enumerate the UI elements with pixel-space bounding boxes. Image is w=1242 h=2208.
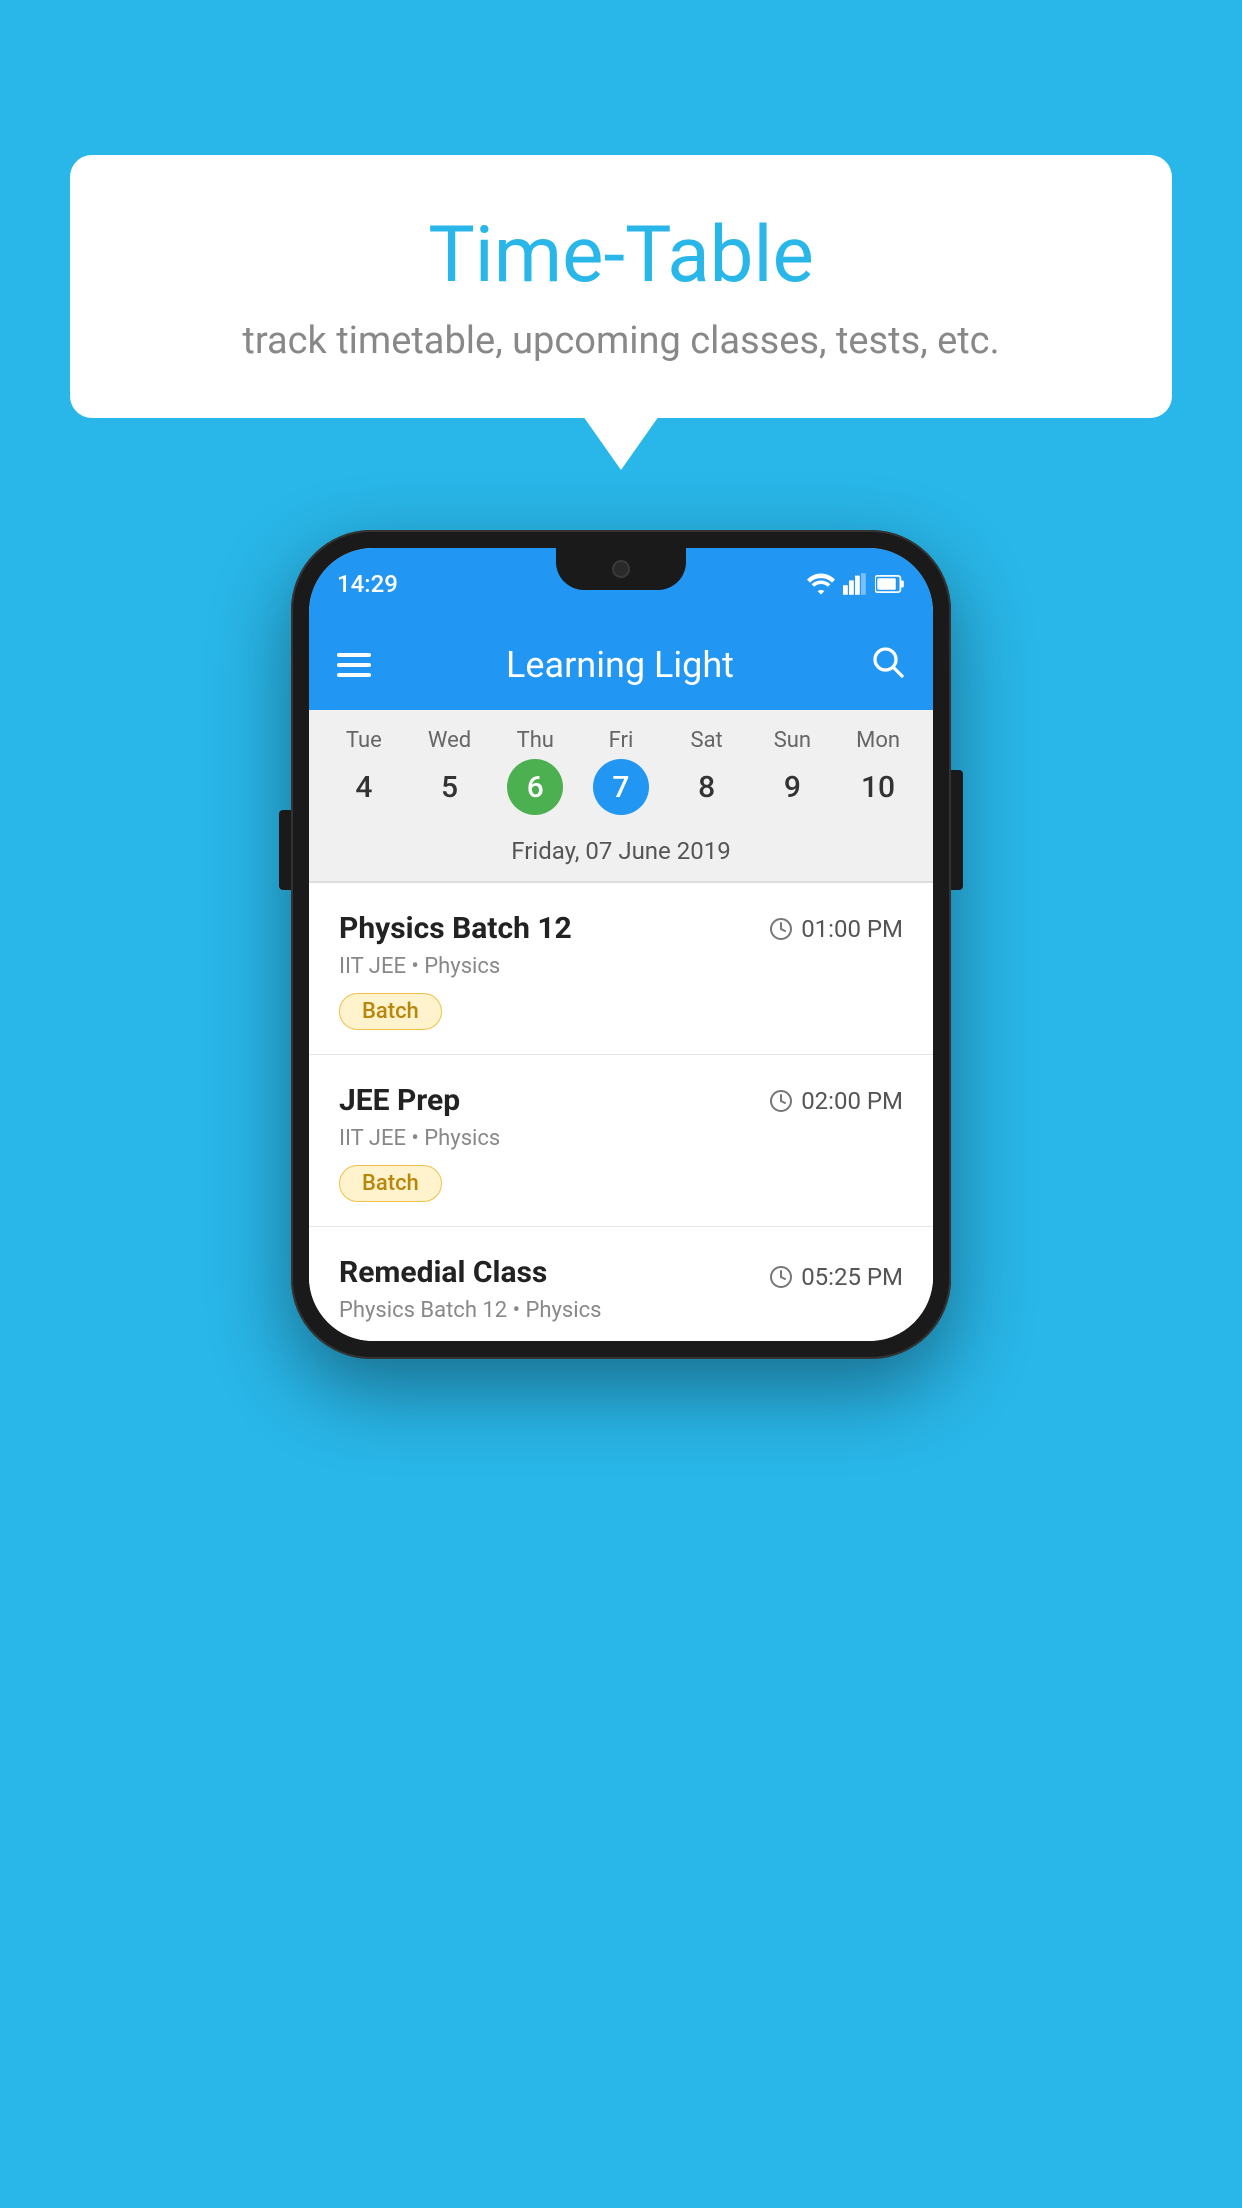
phone-screen: 14:29 bbox=[309, 548, 933, 1341]
schedule-title: Remedial Class bbox=[339, 1255, 547, 1290]
schedule-sub: IIT JEE • Physics bbox=[339, 1126, 903, 1151]
day-number[interactable]: 7 bbox=[593, 759, 649, 815]
day-name: Wed bbox=[428, 728, 471, 753]
clock-icon bbox=[769, 1265, 793, 1289]
clock-icon bbox=[769, 917, 793, 941]
page-subtitle: track timetable, upcoming classes, tests… bbox=[130, 319, 1112, 363]
day-name: Mon bbox=[856, 728, 900, 753]
clock-icon bbox=[769, 1089, 793, 1113]
day-number[interactable]: 9 bbox=[764, 759, 820, 815]
camera-notch bbox=[612, 560, 630, 578]
day-col-wed[interactable]: Wed 5 bbox=[410, 728, 490, 815]
schedule-item[interactable]: JEE Prep 02:00 PM IIT JEE • Physics Batch bbox=[309, 1055, 933, 1227]
day-col-tue[interactable]: Tue 4 bbox=[324, 728, 404, 815]
day-col-fri[interactable]: Fri 7 bbox=[581, 728, 661, 815]
day-number[interactable]: 8 bbox=[679, 759, 735, 815]
batch-tag: Batch bbox=[339, 993, 442, 1030]
phone-outer: 14:29 bbox=[291, 530, 951, 1359]
schedule-title: JEE Prep bbox=[339, 1083, 460, 1118]
day-col-sun[interactable]: Sun 9 bbox=[752, 728, 832, 815]
status-icons bbox=[807, 573, 905, 595]
schedule-sub: Physics Batch 12 • Physics bbox=[339, 1298, 903, 1323]
speech-bubble: Time-Table track timetable, upcoming cla… bbox=[70, 155, 1172, 418]
day-number[interactable]: 5 bbox=[422, 759, 478, 815]
day-col-sat[interactable]: Sat 8 bbox=[667, 728, 747, 815]
days-row: Tue 4 Wed 5 Thu 6 Fri 7 Sat 8 Sun 9 Mon 10 bbox=[309, 728, 933, 815]
day-name: Sat bbox=[691, 728, 723, 753]
menu-button[interactable] bbox=[337, 653, 371, 677]
calendar-strip: Tue 4 Wed 5 Thu 6 Fri 7 Sat 8 Sun 9 Mon 10 Friday, 07… bbox=[309, 710, 933, 883]
schedule-item-header: Physics Batch 12 01:00 PM bbox=[339, 911, 903, 946]
schedule-item-header: Remedial Class 05:25 PM bbox=[339, 1255, 903, 1298]
notch bbox=[556, 548, 686, 590]
batch-tag: Batch bbox=[339, 1165, 442, 1202]
schedule-time: 02:00 PM bbox=[769, 1087, 903, 1115]
schedule-item[interactable]: Physics Batch 12 01:00 PM IIT JEE • Physi… bbox=[309, 883, 933, 1055]
wifi-icon bbox=[807, 573, 835, 595]
phone-mockup: 14:29 bbox=[291, 530, 951, 1359]
day-name: Thu bbox=[517, 728, 554, 753]
page-title: Time-Table bbox=[130, 210, 1112, 301]
status-time: 14:29 bbox=[337, 570, 398, 598]
status-bar: 14:29 bbox=[309, 548, 933, 620]
schedule-time: 01:00 PM bbox=[769, 915, 903, 943]
schedule-item[interactable]: Remedial Class 05:25 PMPhysics Batch 12 … bbox=[309, 1227, 933, 1341]
schedule-title: Physics Batch 12 bbox=[339, 911, 572, 946]
app-title: Learning Light bbox=[395, 644, 845, 686]
battery-icon bbox=[875, 573, 905, 595]
schedule-item-header: JEE Prep 02:00 PM bbox=[339, 1083, 903, 1118]
search-button[interactable] bbox=[869, 643, 905, 688]
day-name: Sun bbox=[774, 728, 811, 753]
day-number[interactable]: 4 bbox=[336, 759, 392, 815]
app-bar: Learning Light bbox=[309, 620, 933, 710]
day-name: Tue bbox=[346, 728, 382, 753]
schedule-list: Physics Batch 12 01:00 PM IIT JEE • Physi… bbox=[309, 883, 933, 1341]
schedule-sub: IIT JEE • Physics bbox=[339, 954, 903, 979]
day-number[interactable]: 10 bbox=[850, 759, 906, 815]
signal-icon bbox=[843, 573, 867, 595]
selected-date-label: Friday, 07 June 2019 bbox=[309, 823, 933, 881]
day-number[interactable]: 6 bbox=[507, 759, 563, 815]
day-col-mon[interactable]: Mon 10 bbox=[838, 728, 918, 815]
speech-bubble-container: Time-Table track timetable, upcoming cla… bbox=[70, 155, 1172, 418]
day-col-thu[interactable]: Thu 6 bbox=[495, 728, 575, 815]
schedule-time: 05:25 PM bbox=[769, 1263, 903, 1291]
day-name: Fri bbox=[609, 728, 634, 753]
